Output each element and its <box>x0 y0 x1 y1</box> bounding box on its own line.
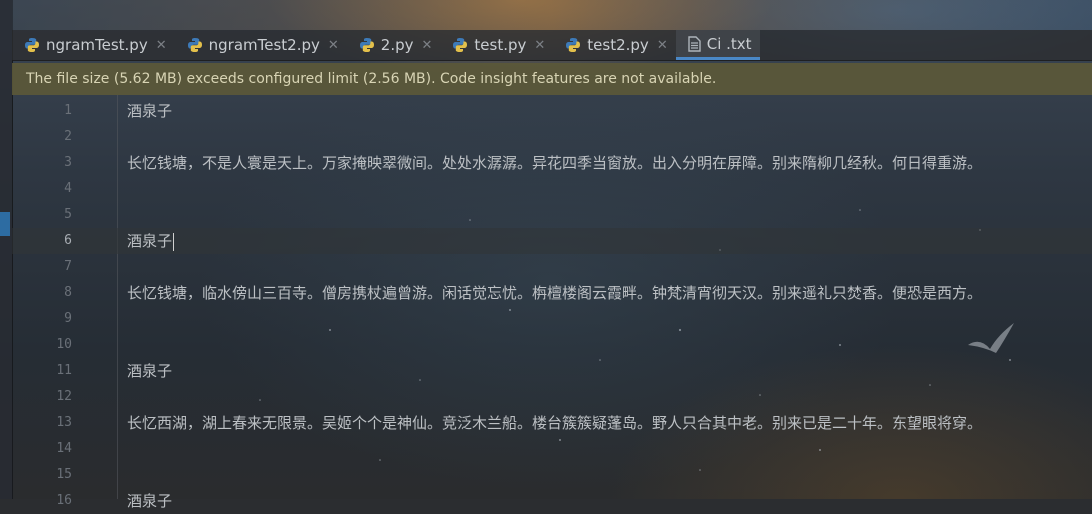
editor-line[interactable]: 3 长忆钱塘，不是人寰是天上。万家掩映翠微间。处处水潺潺。异花四季当窗放。出入分明… <box>12 150 1092 176</box>
close-tab-icon[interactable]: ✕ <box>422 38 433 53</box>
banner-message: The file size (5.62 MB) exceeds configur… <box>26 71 717 87</box>
editor-line[interactable]: 1 酒泉子 <box>12 98 1092 124</box>
tab-label: 2.py <box>380 36 414 54</box>
line-number: 7 <box>64 259 72 274</box>
tab-ci-txt[interactable]: Ci .txt <box>675 30 760 60</box>
tab-test[interactable]: test.py ✕ <box>440 30 553 60</box>
file-size-warning-banner: The file size (5.62 MB) exceeds configur… <box>12 63 1092 95</box>
line-content: 酒泉子 <box>127 102 173 120</box>
line-content: 酒泉子 <box>127 492 173 510</box>
line-number: 2 <box>64 129 72 144</box>
line-text[interactable]: 酒泉子 <box>127 488 172 514</box>
editor-line[interactable]: 7 <box>12 254 1092 280</box>
line-content: 酒泉子 <box>127 232 173 250</box>
editor-line[interactable]: 5 <box>12 202 1092 228</box>
editor-line[interactable]: 8 长忆钱塘，临水傍山三百寺。僧房携杖遍曾游。闲话觉忘忧。栴檀楼阁云霞畔。钟梵清宵… <box>12 280 1092 306</box>
tool-window-marker <box>0 212 10 236</box>
line-number: 5 <box>64 207 72 222</box>
python-file-icon <box>566 38 581 52</box>
editor-line[interactable]: 16 酒泉子 <box>12 488 1092 514</box>
close-tab-icon[interactable]: ✕ <box>156 38 167 53</box>
editor-line[interactable]: 4 <box>12 176 1092 202</box>
editor-area[interactable]: 1 酒泉子 2 3 长忆钱塘，不是人寰是天上。万家掩映翠微间。处处水潺潺。异花四季当窗放… <box>12 95 1092 510</box>
editor-line[interactable]: 14 <box>12 436 1092 462</box>
line-number: 9 <box>64 311 72 326</box>
line-number: 6 <box>64 233 72 248</box>
line-text[interactable]: 长忆钱塘，不是人寰是天上。万家掩映翠微间。处处水潺潺。异花四季当窗放。出入分明在… <box>127 150 982 176</box>
line-number: 13 <box>56 415 72 430</box>
tab-test2[interactable]: test2.py ✕ <box>553 30 675 60</box>
close-tab-icon[interactable]: ✕ <box>657 38 668 53</box>
text-caret <box>173 232 175 251</box>
editor-line[interactable]: 12 <box>12 384 1092 410</box>
editor-tab-bar: ngramTest.py ✕ ngramTest2.py ✕ 2.py ✕ te… <box>12 30 1092 61</box>
editor-line[interactable]: 9 <box>12 306 1092 332</box>
editor-line[interactable]: 10 <box>12 332 1092 358</box>
python-file-icon <box>453 38 468 52</box>
editor-line[interactable]: 13 长忆西湖，湖上春来无限景。吴姬个个是神仙。竞泛木兰船。楼台簇簇疑蓬岛。野人只… <box>12 410 1092 436</box>
editor-line[interactable]: 6 酒泉子 <box>12 228 1092 254</box>
line-content: 长忆钱塘，不是人寰是天上。万家掩映翠微间。处处水潺潺。异花四季当窗放。出入分明在… <box>127 154 983 172</box>
tab-label: test.py <box>474 36 527 54</box>
line-text[interactable]: 长忆钱塘，临水傍山三百寺。僧房携杖遍曾游。闲话觉忘忧。栴檀楼阁云霞畔。钟梵清宵彻… <box>127 280 982 306</box>
line-text[interactable]: 长忆西湖，湖上春来无限景。吴姬个个是神仙。竞泛木兰船。楼台簇簇疑蓬岛。野人只合其… <box>127 410 982 436</box>
line-text[interactable]: 酒泉子 <box>127 98 172 124</box>
editor-line[interactable]: 2 <box>12 124 1092 150</box>
line-number: 14 <box>56 441 72 456</box>
line-content: 长忆钱塘，临水傍山三百寺。僧房携杖遍曾游。闲话觉忘忧。栴檀楼阁云霞畔。钟梵清宵彻… <box>127 284 983 302</box>
line-number: 1 <box>64 103 72 118</box>
python-file-icon <box>25 38 39 52</box>
line-number: 4 <box>64 181 72 196</box>
title-area <box>12 0 1092 30</box>
line-number: 8 <box>64 285 72 300</box>
close-tab-icon[interactable]: ✕ <box>534 38 545 53</box>
line-number: 10 <box>56 337 72 352</box>
tab-label: ngramTest.py <box>46 36 148 54</box>
line-number: 3 <box>64 155 72 170</box>
tab-label: test2.py <box>587 36 649 54</box>
line-number: 16 <box>56 493 72 508</box>
text-file-icon <box>688 35 701 52</box>
editor-line[interactable]: 15 <box>12 462 1092 488</box>
python-file-icon <box>359 38 374 52</box>
tab-label: Ci .txt <box>706 34 752 53</box>
close-tab-icon[interactable]: ✕ <box>328 38 339 53</box>
line-content: 长忆西湖，湖上春来无限景。吴姬个个是神仙。竞泛木兰船。楼台簇簇疑蓬岛。野人只合其… <box>127 414 983 432</box>
line-text[interactable]: 酒泉子 <box>127 228 175 254</box>
python-file-icon <box>187 38 202 52</box>
tab-ngramtest2[interactable]: ngramTest2.py ✕ <box>175 30 347 60</box>
line-number: 15 <box>56 467 72 482</box>
editor-line[interactable]: 11 酒泉子 <box>12 358 1092 384</box>
tab-label: ngramTest2.py <box>208 36 320 54</box>
line-content: 酒泉子 <box>127 362 173 380</box>
line-number: 12 <box>56 389 72 404</box>
line-text[interactable]: 酒泉子 <box>127 358 172 384</box>
tab-2py[interactable]: 2.py ✕ <box>347 30 441 60</box>
line-number: 11 <box>56 363 72 378</box>
tab-ngramtest[interactable]: ngramTest.py ✕ <box>12 30 175 60</box>
